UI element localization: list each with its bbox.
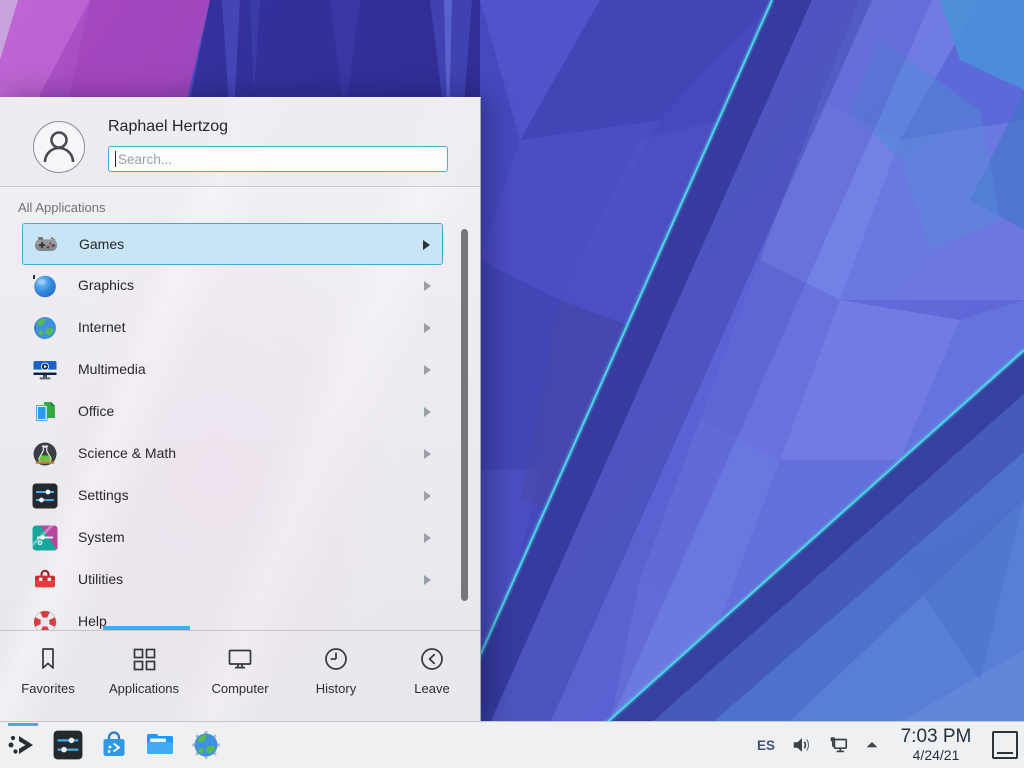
system-sliders-icon	[32, 525, 58, 551]
clock-date: 4/24/21	[892, 748, 980, 763]
web-browser-icon	[190, 729, 222, 761]
category-label: Science & Math	[78, 445, 176, 461]
tab-label: Applications	[109, 681, 179, 696]
submenu-arrow-icon	[424, 449, 431, 459]
category-row-games[interactable]: Games	[22, 223, 443, 265]
tab-history[interactable]: History	[288, 631, 384, 722]
category-label: Utilities	[78, 571, 123, 587]
category-row-multimedia[interactable]: Multimedia	[22, 349, 443, 391]
tab-leave[interactable]: Leave	[384, 631, 480, 722]
search-field[interactable]	[108, 146, 448, 172]
discover-icon	[98, 729, 130, 761]
launcher-header: Raphael Hertzog	[0, 98, 480, 187]
toolbox-icon	[32, 567, 58, 593]
category-label: Settings	[78, 487, 129, 503]
tab-label: History	[316, 681, 356, 696]
show-desktop-glyph	[997, 752, 1013, 754]
system-settings-icon	[53, 730, 83, 760]
user-name: Raphael Hertzog	[108, 118, 228, 136]
tabs-divider	[0, 630, 480, 631]
category-row-science[interactable]: Science & Math	[22, 433, 443, 475]
launcher-active-indicator	[8, 723, 38, 726]
bookmark-icon	[33, 644, 63, 674]
monitor-play-icon	[32, 357, 58, 383]
submenu-arrow-icon	[424, 365, 431, 375]
section-label: All Applications	[18, 200, 105, 215]
category-row-settings[interactable]: Settings	[22, 475, 443, 517]
submenu-arrow-icon	[424, 491, 431, 501]
sliders-icon	[32, 483, 58, 509]
volume-icon[interactable]	[791, 734, 813, 756]
list-scrollbar[interactable]	[461, 229, 468, 601]
tab-label: Leave	[414, 681, 449, 696]
tab-computer[interactable]: Computer	[192, 631, 288, 722]
submenu-arrow-icon	[424, 323, 431, 333]
tab-label: Favorites	[21, 681, 74, 696]
category-row-system[interactable]: System	[22, 517, 443, 559]
submenu-arrow-icon	[424, 407, 431, 417]
computer-icon	[225, 644, 255, 674]
category-row-internet[interactable]: Internet	[22, 307, 443, 349]
tab-favorites[interactable]: Favorites	[0, 631, 96, 722]
wired-network-icon[interactable]	[827, 734, 849, 756]
system-tray: ES 7:03 PM 4/24/21	[748, 722, 1018, 768]
application-launcher-panel: Raphael Hertzog All Applications Games	[0, 97, 481, 722]
category-label: Graphics	[78, 277, 134, 293]
category-label: Office	[78, 403, 114, 419]
file-manager-button[interactable]	[144, 729, 176, 761]
tab-label: Computer	[211, 681, 268, 696]
submenu-arrow-icon	[424, 575, 431, 585]
kde-launcher-icon	[6, 729, 38, 761]
submenu-arrow-icon	[423, 240, 430, 250]
globe-icon	[32, 315, 58, 341]
file-manager-icon	[144, 729, 176, 761]
discover-button[interactable]	[98, 729, 130, 761]
clock-icon	[321, 644, 351, 674]
category-label: Games	[79, 236, 124, 252]
user-icon	[34, 122, 84, 172]
taskbar: ES 7:03 PM 4/24/21	[0, 721, 1024, 768]
category-label: Internet	[78, 319, 125, 335]
web-browser-button[interactable]	[190, 729, 222, 761]
sphere-icon	[32, 273, 58, 299]
leave-icon	[417, 644, 447, 674]
show-desktop-button[interactable]	[992, 731, 1018, 759]
lifebuoy-icon	[32, 609, 58, 630]
user-avatar[interactable]	[33, 121, 85, 173]
taskbar-pinned-apps	[6, 722, 236, 768]
category-list: Games Graphics Internet	[0, 223, 480, 630]
application-launcher-button[interactable]	[6, 729, 38, 761]
search-input[interactable]	[109, 147, 447, 171]
tab-applications[interactable]: Applications	[96, 631, 192, 722]
category-row-graphics[interactable]: Graphics	[22, 265, 443, 307]
gamepad-icon	[33, 232, 59, 258]
documents-icon	[32, 399, 58, 425]
launcher-tab-bar: Favorites Applications Computer	[0, 631, 480, 722]
submenu-arrow-icon	[424, 533, 431, 543]
category-row-office[interactable]: Office	[22, 391, 443, 433]
category-label: System	[78, 529, 125, 545]
grid-icon	[129, 644, 159, 674]
category-row-utilities[interactable]: Utilities	[22, 559, 443, 601]
clock-time: 7:03 PM	[892, 727, 980, 747]
submenu-arrow-icon	[424, 281, 431, 291]
category-label: Multimedia	[78, 361, 146, 377]
expand-tray-icon[interactable]	[863, 734, 881, 756]
flask-icon	[32, 441, 58, 467]
digital-clock[interactable]: 7:03 PM 4/24/21	[892, 727, 980, 763]
system-settings-button[interactable]	[52, 729, 84, 761]
category-row-help[interactable]: Help	[22, 601, 443, 630]
keyboard-layout-indicator[interactable]: ES	[757, 738, 775, 753]
